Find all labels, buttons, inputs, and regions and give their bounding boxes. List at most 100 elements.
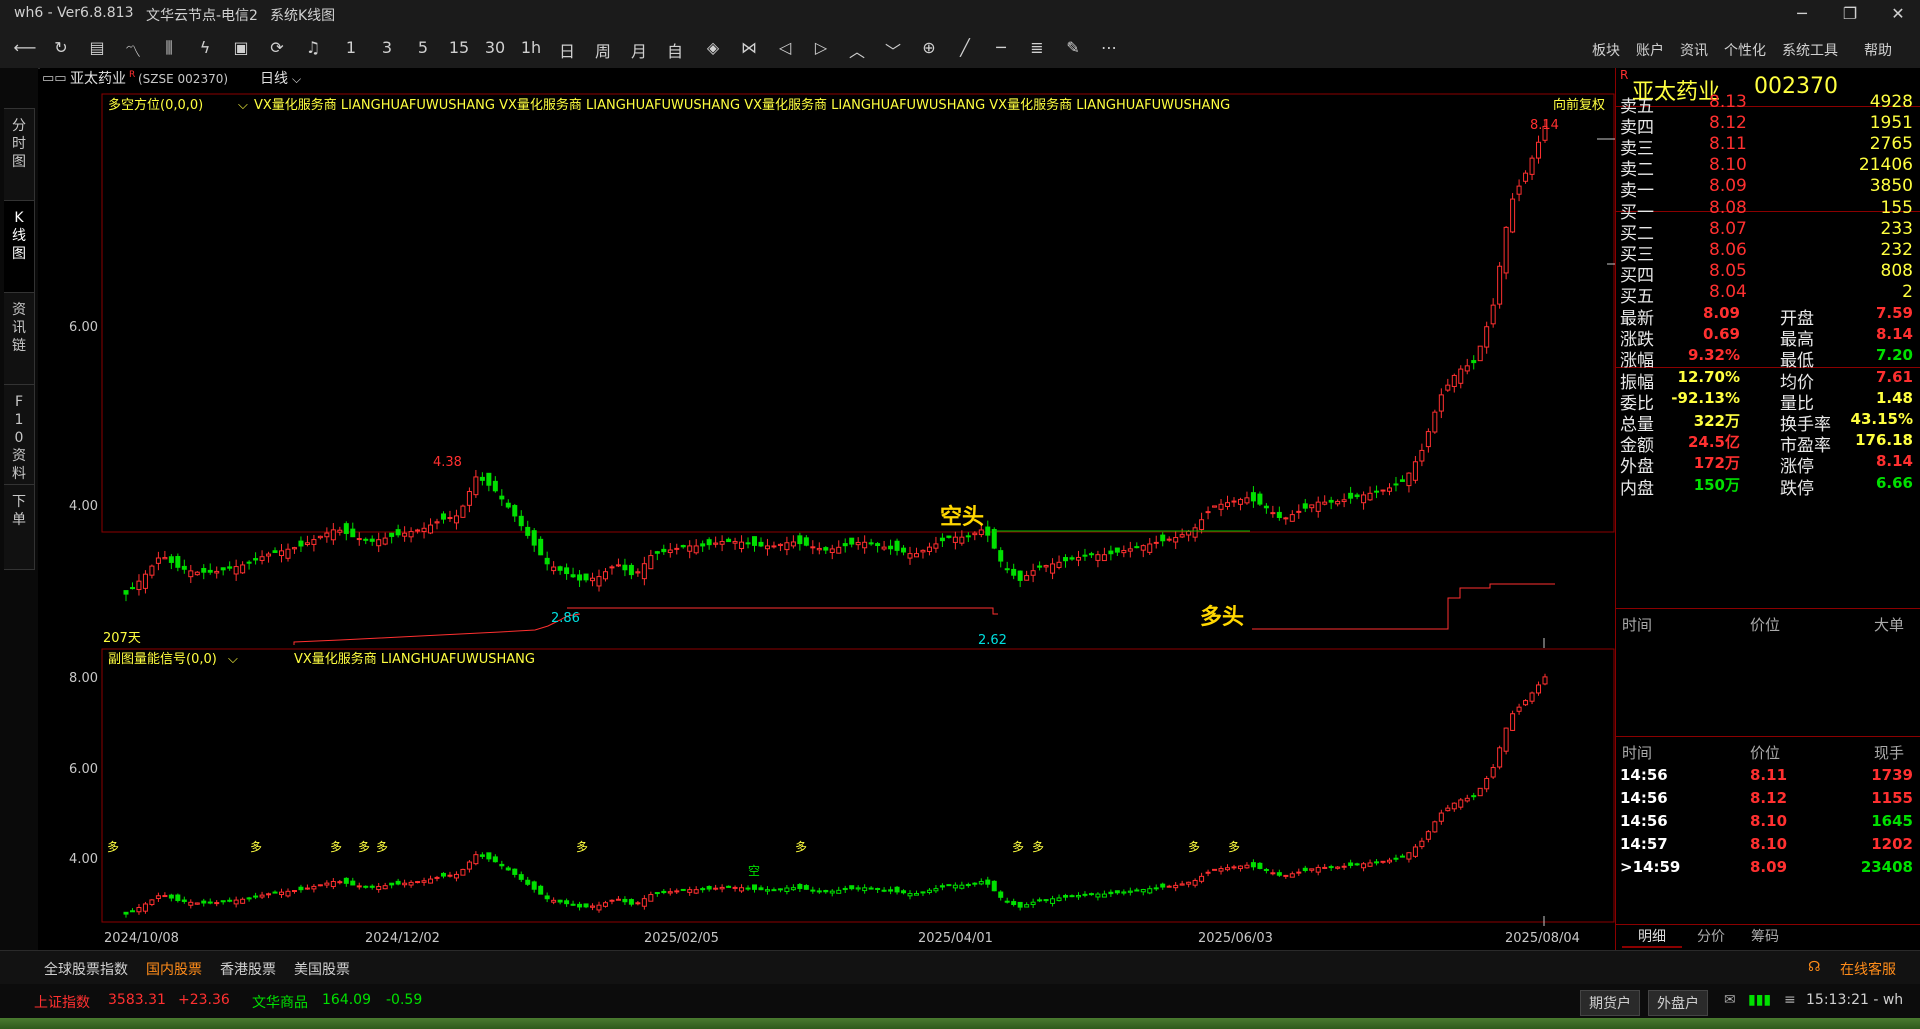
period-1h[interactable]: 1h xyxy=(516,38,546,57)
period-3[interactable]: 3 xyxy=(372,38,402,57)
arrow-left-icon[interactable]: ◁ xyxy=(770,38,800,57)
tab-news-chain[interactable]: 资讯链 xyxy=(4,292,35,386)
eraser-icon[interactable]: ✎ xyxy=(1058,38,1088,57)
tab-timeshare[interactable]: 分时图 xyxy=(4,108,35,202)
chevron-down-icon[interactable]: ⌵ xyxy=(238,98,248,113)
tab-domestic[interactable]: 国内股票 xyxy=(146,959,202,979)
more-icon[interactable]: ⋯ xyxy=(1094,38,1124,57)
tab-chips[interactable]: 筹码 xyxy=(1740,926,1790,946)
annot-bear: 空头 xyxy=(940,504,984,530)
tab-price-dist[interactable]: 分价 xyxy=(1686,926,1736,946)
tick-icon[interactable]: ▣ xyxy=(226,38,256,57)
toolbar: ⟵ ↻ ▤ 〽 ⫼ ϟ ▣ ⟳ ♫ 1 3 5 15 30 1h 日 周 月 自… xyxy=(0,28,1920,69)
adjust-label[interactable]: 向前复权 xyxy=(1553,97,1605,113)
period-week[interactable]: 周 xyxy=(588,38,618,62)
foreign-account-button[interactable]: 外盘户 xyxy=(1648,990,1708,1016)
draw-line-icon[interactable]: ╱ xyxy=(950,38,980,57)
online-service[interactable]: 在线客服 xyxy=(1840,959,1896,979)
candle-body xyxy=(1419,840,1425,848)
crosshair-icon[interactable]: ⊕ xyxy=(914,38,944,57)
tab-f10[interactable]: F10资料 xyxy=(4,384,35,486)
line-chart-icon[interactable]: 〽 xyxy=(118,38,148,62)
server-name[interactable]: 文华云节点-电信2 xyxy=(146,5,258,25)
candle-body xyxy=(654,551,660,554)
menu-icon[interactable]: ≡ xyxy=(1784,992,1796,1008)
candle-body xyxy=(1069,557,1075,560)
indicator-icon[interactable]: ϟ xyxy=(190,38,220,57)
period-30[interactable]: 30 xyxy=(480,38,510,57)
menu-blocks[interactable]: 板块 xyxy=(1592,40,1620,60)
candle-body xyxy=(324,532,330,538)
period-custom[interactable]: 自 xyxy=(660,38,690,62)
candle-body xyxy=(304,542,310,546)
tab-us[interactable]: 美国股票 xyxy=(294,959,350,979)
futures-account-button[interactable]: 期货户 xyxy=(1580,990,1640,1016)
ticker-com-name[interactable]: 文华商品 xyxy=(252,992,308,1012)
trade-header-time: 时间 xyxy=(1622,744,1653,762)
candle-body xyxy=(1134,889,1140,892)
candle-body xyxy=(129,587,135,590)
candle-body xyxy=(855,541,861,546)
fib-icon[interactable]: ≣ xyxy=(1022,38,1052,57)
chevron-down-icon[interactable]: ⌵ xyxy=(228,652,238,667)
tab-kline-label: K线图 xyxy=(12,210,26,262)
refresh-icon[interactable]: ↻ xyxy=(46,38,76,57)
restore-icon[interactable]: ❐ xyxy=(1832,4,1868,23)
close-icon[interactable]: ✕ xyxy=(1880,4,1916,23)
trade-time: >14:59 xyxy=(1620,858,1681,876)
menu-news[interactable]: 资讯 xyxy=(1680,40,1708,60)
chevron-down-icon[interactable]: ⌵ xyxy=(292,72,301,86)
candle-body xyxy=(946,884,952,887)
candle-body xyxy=(129,910,135,913)
sync-icon[interactable]: ⟳ xyxy=(262,38,292,57)
arrow-down-icon[interactable]: ﹀ xyxy=(878,38,908,62)
main-indicator-label[interactable]: 多空方位(0,0,0) xyxy=(108,97,203,113)
minimize-icon[interactable]: ─ xyxy=(1784,4,1820,23)
candle-body xyxy=(959,536,965,544)
menu-personalize[interactable]: 个性化 xyxy=(1724,40,1766,60)
candle-body xyxy=(538,538,544,556)
candle-body xyxy=(1270,512,1276,515)
mail-icon[interactable]: ✉ xyxy=(1724,992,1736,1008)
zoom-out-icon[interactable]: ⋈ xyxy=(734,38,764,57)
bid-price: 8.08 xyxy=(1709,198,1747,218)
period-1[interactable]: 1 xyxy=(336,38,366,57)
zoom-in-icon[interactable]: ◈ xyxy=(698,38,728,57)
arrow-right-icon[interactable]: ▷ xyxy=(806,38,836,57)
period-month[interactable]: 月 xyxy=(624,38,654,62)
candle-body xyxy=(1004,568,1010,571)
candle-body xyxy=(1458,799,1464,808)
period-15[interactable]: 15 xyxy=(444,38,474,57)
table-icon[interactable]: ▤ xyxy=(82,38,112,57)
candle-body xyxy=(758,541,764,547)
tab-hk[interactable]: 香港股票 xyxy=(220,959,276,979)
candle-body xyxy=(1425,431,1431,448)
hline-icon[interactable]: ─ xyxy=(986,38,1016,57)
candle-body xyxy=(1250,862,1256,868)
candle-body xyxy=(758,887,764,891)
candle-body xyxy=(1386,859,1392,863)
candle-body xyxy=(155,895,161,899)
arrow-up-icon[interactable]: ︿ xyxy=(842,38,872,62)
candle-body xyxy=(440,872,446,877)
stat-label: 内盘 xyxy=(1620,478,1654,499)
menu-help[interactable]: 帮助 xyxy=(1864,40,1892,60)
candle-body xyxy=(1244,864,1250,869)
tab-kline[interactable]: K线图 xyxy=(4,200,35,294)
ask-price: 8.10 xyxy=(1709,155,1747,175)
menu-system-tools[interactable]: 系统工具 xyxy=(1782,40,1838,60)
ticker-index-name[interactable]: 上证指数 xyxy=(34,992,90,1012)
period-day[interactable]: 日 xyxy=(552,38,582,62)
sub-indicator-label[interactable]: 副图量能信号(0,0) xyxy=(108,652,217,667)
bell-icon[interactable]: ♫ xyxy=(298,38,328,57)
tab-global-index[interactable]: 全球股票指数 xyxy=(44,959,128,979)
headset-icon[interactable]: ☊ xyxy=(1808,959,1820,975)
candle-icon[interactable]: ⫼ xyxy=(154,38,184,58)
tab-detail[interactable]: 明细 xyxy=(1622,926,1682,948)
period-5[interactable]: 5 xyxy=(408,38,438,57)
period-selector[interactable]: 日线 xyxy=(260,71,288,87)
kline-chart[interactable]: ▭▭ 亚太药业 R (SZSE 002370) 日线 ⌵ 多空方位(0,0,0)… xyxy=(40,68,1615,950)
menu-account[interactable]: 账户 xyxy=(1636,40,1664,60)
back-icon[interactable]: ⟵ xyxy=(10,38,40,57)
tab-order[interactable]: 下单 xyxy=(4,484,35,570)
